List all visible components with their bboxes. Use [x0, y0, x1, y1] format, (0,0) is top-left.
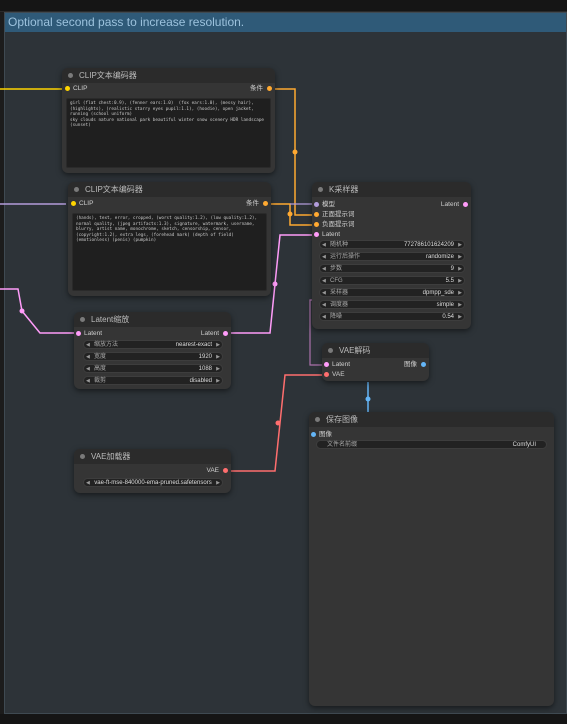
- sampler-widget[interactable]: ◀ 采样器 dpmpp_sde ▶: [319, 288, 465, 297]
- clip-input-label: CLIP: [79, 200, 94, 207]
- vae-decode-node[interactable]: VAE解码 Latent 图像 VAE: [322, 343, 429, 381]
- conditioning-output-pin[interactable]: [263, 201, 268, 206]
- latent-output-label: Latent: [200, 330, 219, 337]
- image-output-label: 图像: [404, 361, 417, 368]
- latent-upscale-title-bar[interactable]: Latent缩放: [74, 312, 231, 327]
- model-input-label: 模型: [322, 201, 335, 208]
- model-input-pin[interactable]: [314, 202, 319, 207]
- conditioning-output-label: 条件: [246, 200, 259, 207]
- clip-input-pin[interactable]: [71, 201, 76, 206]
- height-value: 1088: [198, 366, 212, 372]
- control-after-generate-widget[interactable]: ◀ 运行后操作 randomize ▶: [319, 252, 465, 261]
- crop-value: disabled: [189, 378, 212, 384]
- latent-output-pin[interactable]: [223, 331, 228, 336]
- seed-label: 随机种: [330, 242, 349, 248]
- control-label: 运行后操作: [330, 254, 361, 260]
- cfg-value: 5.5: [445, 278, 454, 284]
- vae-loader-title: VAE加载器: [91, 452, 131, 461]
- latent-input-label: Latent: [84, 330, 103, 337]
- latent-output-label: Latent: [440, 201, 459, 208]
- conditioning-output-pin[interactable]: [267, 86, 272, 91]
- positive-input-label: 正面提示词: [322, 211, 355, 218]
- latent-input-label: Latent: [322, 231, 341, 238]
- latent-input-pin[interactable]: [324, 362, 329, 367]
- positive-input-pin[interactable]: [314, 212, 319, 217]
- clip-text-encode-top-node[interactable]: CLIP文本编码器 CLIP 条件 girl (flat chest:0.9),…: [62, 68, 275, 173]
- denoise-label: 降噪: [330, 314, 343, 320]
- latent-input-pin[interactable]: [76, 331, 81, 336]
- vae-decode-title-bar[interactable]: VAE解码: [322, 343, 429, 358]
- scheduler-label: 调度器: [330, 302, 349, 308]
- scheduler-widget[interactable]: ◀ 调度器 simple ▶: [319, 300, 465, 309]
- steps-value: 9: [450, 266, 454, 272]
- seed-widget[interactable]: ◀ 随机种 772786101624209 ▶: [319, 240, 465, 249]
- clip-top-title-bar[interactable]: CLIP文本编码器: [62, 68, 275, 83]
- image-input-pin[interactable]: [311, 432, 316, 437]
- ksampler-title-bar[interactable]: K采样器: [312, 182, 471, 197]
- cfg-widget[interactable]: ◀ CFG 5.5 ▶: [319, 276, 465, 285]
- sampler-value: dpmpp_sde: [422, 290, 454, 296]
- image-input-label: 图像: [319, 431, 332, 438]
- wire-latent-in: [0, 288, 76, 334]
- latent-upscale-title: Latent缩放: [91, 315, 130, 324]
- vae-input-label: VAE: [332, 371, 345, 378]
- width-label: 宽度: [94, 354, 107, 360]
- control-value: randomize: [425, 254, 454, 260]
- clip-input-pin[interactable]: [65, 86, 70, 91]
- vae-output-pin[interactable]: [223, 468, 228, 473]
- clip-bottom-title-bar[interactable]: CLIP文本编码器: [68, 182, 271, 197]
- latent-input-pin[interactable]: [314, 232, 319, 237]
- image-output-pin[interactable]: [421, 362, 426, 367]
- scheduler-value: simple: [436, 302, 454, 308]
- ksampler-node[interactable]: K采样器 模型 Latent 正面提示词 负面提示词 Latent ◀ 随机种 77…: [312, 182, 471, 329]
- sampler-label: 采样器: [330, 290, 349, 296]
- crop-label: 裁剪: [94, 378, 107, 384]
- clip-input-label: CLIP: [73, 85, 88, 92]
- negative-prompt-textarea[interactable]: (hands), text, error, cropped, (worst qu…: [72, 213, 267, 291]
- filename-prefix-value: ComfyUI: [512, 442, 536, 448]
- latent-upscale-node[interactable]: Latent缩放 Latent Latent ◀ 缩放方法 nearest-exac…: [74, 312, 231, 389]
- clip-top-title: CLIP文本编码器: [79, 71, 137, 80]
- height-label: 高度: [94, 366, 107, 372]
- cfg-label: CFG: [330, 278, 343, 284]
- upscale-method-widget[interactable]: ◀ 缩放方法 nearest-exact ▶: [83, 340, 223, 349]
- filename-prefix-label: 文件名前缀: [327, 442, 358, 448]
- ksampler-title: K采样器: [329, 185, 359, 194]
- height-widget[interactable]: ◀ 高度 1088 ▶: [83, 364, 223, 373]
- denoise-value: 0.54: [442, 314, 454, 320]
- conditioning-output-label: 条件: [250, 85, 263, 92]
- vae-input-pin[interactable]: [324, 372, 329, 377]
- upscale-method-label: 缩放方法: [94, 342, 119, 348]
- steps-widget[interactable]: ◀ 步数 9 ▶: [319, 264, 465, 273]
- seed-value: 772786101624209: [403, 242, 454, 248]
- clip-bottom-title: CLIP文本编码器: [85, 185, 143, 194]
- denoise-widget[interactable]: ◀ 降噪 0.54 ▶: [319, 312, 465, 321]
- latent-output-pin[interactable]: [463, 202, 468, 207]
- clip-text-encode-bottom-node[interactable]: CLIP文本编码器 CLIP 条件 (hands), text, error, …: [68, 182, 271, 296]
- crop-widget[interactable]: ◀ 裁剪 disabled ▶: [83, 376, 223, 385]
- save-image-node[interactable]: 保存图像 图像 文件名前缀 ComfyUI: [309, 412, 554, 706]
- vae-output-label: VAE: [206, 467, 219, 474]
- save-image-title: 保存图像: [326, 415, 358, 424]
- save-image-title-bar[interactable]: 保存图像: [309, 412, 554, 427]
- prompt-textarea[interactable]: girl (flat chest:0.9), (fenner ears:1.0)…: [66, 98, 271, 168]
- vae-loader-node[interactable]: VAE加载器 VAE ◀ vae-ft-mse-840000-ema-pruned…: [74, 449, 231, 493]
- vae-loader-title-bar[interactable]: VAE加载器: [74, 449, 231, 464]
- steps-label: 步数: [330, 266, 343, 272]
- negative-input-label: 负面提示词: [322, 221, 355, 228]
- negative-input-pin[interactable]: [314, 222, 319, 227]
- upscale-method-value: nearest-exact: [175, 342, 212, 348]
- latent-input-label: Latent: [332, 361, 351, 368]
- width-value: 1920: [198, 354, 212, 360]
- vae-name-value: vae-ft-mse-840000-ema-pruned.safetensors: [94, 480, 212, 486]
- vae-decode-title: VAE解码: [339, 346, 371, 355]
- width-widget[interactable]: ◀ 宽度 1920 ▶: [83, 352, 223, 361]
- filename-prefix-widget[interactable]: 文件名前缀 ComfyUI: [316, 440, 547, 449]
- vae-name-widget[interactable]: ◀ vae-ft-mse-840000-ema-pruned.safetensor…: [83, 478, 223, 487]
